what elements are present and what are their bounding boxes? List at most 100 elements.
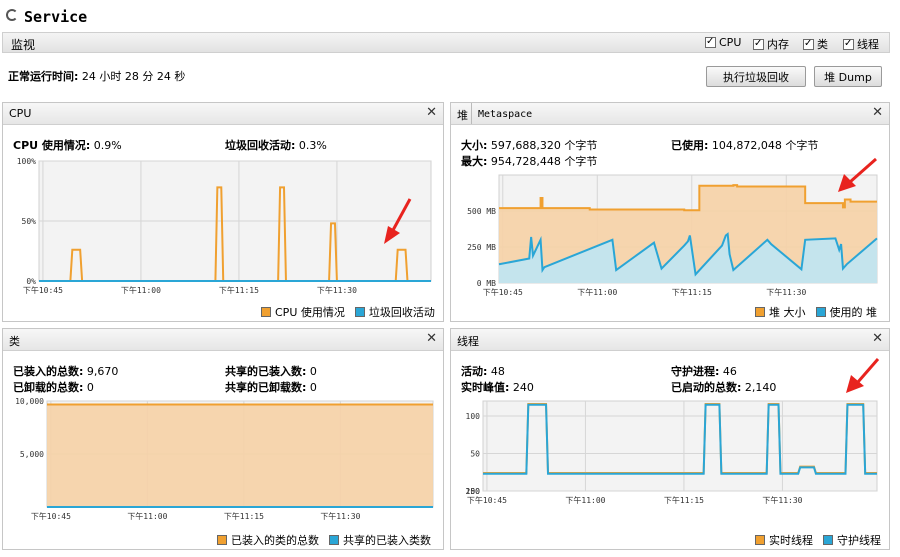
legend-swatch xyxy=(217,535,227,545)
checkbox-cpu[interactable]: CPU xyxy=(705,35,741,49)
x-tick-label: 下午11:15 xyxy=(664,495,704,505)
x-tick-label: 下午10:45 xyxy=(31,511,71,521)
y-tick-label: 100 xyxy=(466,412,481,421)
stat-label: 守护进程: xyxy=(671,365,720,378)
classes-panel-header: 类 ✕ xyxy=(3,329,443,351)
legend-swatch xyxy=(354,307,365,317)
stat-value: 0 xyxy=(86,381,94,394)
y-tick-label: 500 MB xyxy=(467,207,496,216)
x-tick-label: 下午11:00 xyxy=(127,511,167,521)
y-tick-label: 100% xyxy=(17,157,36,166)
legend-swatch xyxy=(329,535,339,545)
y-tick-label: 10,000 xyxy=(15,397,44,406)
stat-value: 597,688,320 个字节 xyxy=(490,139,598,152)
close-icon[interactable]: ✕ xyxy=(426,105,437,120)
threads-legend: 实时线程 守护线程 xyxy=(755,532,881,548)
checkbox-label: 线程 xyxy=(857,38,879,51)
daemon-threads-stat: 守护进程: 46 xyxy=(671,363,737,379)
stat-label: 已卸载的总数: xyxy=(13,381,84,394)
x-tick-label: 下午11:00 xyxy=(577,287,617,297)
page-title: Service xyxy=(24,8,88,26)
legend-swatch xyxy=(815,307,826,317)
y-tick-label: 50% xyxy=(22,217,37,226)
stat-value: 0.9% xyxy=(93,139,122,152)
legend-label: 堆 大小 xyxy=(769,306,806,319)
checkbox-icon[interactable] xyxy=(705,35,716,49)
x-tick-label: 下午11:30 xyxy=(317,285,357,295)
annotation-arrow-icon xyxy=(384,198,412,244)
classes-legend: 已装入的类的总数 共享的已装入类数 xyxy=(217,532,431,548)
checkbox-label: 内存 xyxy=(767,38,789,51)
y-tick-label: 250 MB xyxy=(467,243,496,252)
y-tick-label: 200 xyxy=(466,487,481,496)
checkbox-icon[interactable] xyxy=(753,37,764,51)
stat-value: 104,872,048 个字节 xyxy=(711,139,819,152)
stat-label: 垃圾回收活动: xyxy=(225,139,296,152)
heap-dump-button[interactable]: 堆 Dump xyxy=(814,66,882,87)
classes-panel: 类 ✕ 已装入的总数: 9,670 共享的已装入数: 0 已卸载的总数: 0 共… xyxy=(2,328,444,550)
legend-swatch xyxy=(755,535,765,545)
stat-value: 240 xyxy=(512,381,534,394)
heap-size-stat: 大小: 597,688,320 个字节 xyxy=(461,137,597,153)
stat-label: 最大: xyxy=(461,155,488,168)
stat-value: 0 xyxy=(309,381,317,394)
heap-max-stat: 最大: 954,728,448 个字节 xyxy=(461,153,597,169)
x-tick-label: 下午10:45 xyxy=(23,285,63,295)
heap-tab[interactable]: 堆 xyxy=(457,107,468,123)
x-tick-label: 下午11:30 xyxy=(320,511,360,521)
legend-label: 使用的 堆 xyxy=(829,306,878,319)
stat-label: 共享的已装入数: xyxy=(225,365,307,378)
checkbox-label: 类 xyxy=(817,38,828,51)
stat-label: CPU 使用情况: xyxy=(13,139,91,152)
legend-swatch xyxy=(823,535,833,545)
shared-loaded-stat: 共享的已装入数: 0 xyxy=(225,363,317,379)
annotation-arrow-icon xyxy=(846,358,880,393)
uptime: 正常运行时间: 24 小时 28 分 24 秒 xyxy=(8,68,185,84)
cpu-legend: CPU 使用情况 垃圾回收活动 xyxy=(261,304,435,320)
cpu-usage-stat: CPU 使用情况: 0.9% xyxy=(13,137,122,153)
stat-value: 48 xyxy=(490,365,505,378)
heap-panel-header: 堆 Metaspace ✕ xyxy=(451,103,889,125)
legend-swatch xyxy=(755,307,765,317)
stat-label: 大小: xyxy=(461,139,488,152)
stat-label: 共享的已卸载数: xyxy=(225,381,307,394)
x-tick-label: 下午11:30 xyxy=(762,495,802,505)
started-threads-stat: 已启动的总数: 2,140 xyxy=(671,379,776,395)
cpu-tab[interactable]: CPU xyxy=(9,107,31,120)
y-tick-label: 50 xyxy=(470,450,480,459)
classes-tab[interactable]: 类 xyxy=(9,333,20,349)
checkbox-memory[interactable]: 内存 xyxy=(753,36,789,52)
stat-label: 已启动的总数: xyxy=(671,381,742,394)
checkbox-classes[interactable]: 类 xyxy=(803,36,828,52)
x-tick-label: 下午11:15 xyxy=(224,511,264,521)
stat-label: 已使用: xyxy=(671,139,709,152)
checkbox-icon[interactable] xyxy=(803,37,814,51)
live-threads-stat: 活动: 48 xyxy=(461,363,505,379)
heap-chart: 下午10:45 下午11:00 下午11:15 下午11:30 0 MB 250 MB 50… xyxy=(467,174,878,297)
threads-panel: 线程 ✕ 活动: 48 守护进程: 46 实时峰值: 240 已启动的总数: 2… xyxy=(450,328,890,550)
close-icon[interactable]: ✕ xyxy=(872,105,883,120)
threads-tab[interactable]: 线程 xyxy=(457,333,479,349)
uptime-label: 正常运行时间: xyxy=(8,70,79,83)
legend-label: 实时线程 xyxy=(769,534,813,547)
gc-activity-stat: 垃圾回收活动: 0.3% xyxy=(225,137,327,153)
loading-icon xyxy=(6,9,18,21)
legend-label: 已装入的类的总数 xyxy=(231,534,319,547)
checkbox-icon[interactable] xyxy=(843,37,854,51)
x-tick-label: 下午11:00 xyxy=(565,495,605,505)
title-bar: Service xyxy=(0,0,900,32)
checkbox-threads[interactable]: 线程 xyxy=(843,36,879,52)
gc-button[interactable]: 执行垃圾回收 xyxy=(706,66,806,87)
cpu-panel: CPU ✕ CPU 使用情况: 0.9% 垃圾回收活动: 0.3% 下午10:4… xyxy=(2,102,444,322)
monitor-label: 监视 xyxy=(11,38,36,52)
close-icon[interactable]: ✕ xyxy=(426,331,437,346)
y-tick-label: 0 MB xyxy=(477,279,496,288)
metaspace-tab[interactable]: Metaspace xyxy=(471,103,532,124)
x-tick-label: 下午11:00 xyxy=(121,285,161,295)
monitor-bar: 监视 CPU 内存 类 线程 xyxy=(2,32,890,53)
cpu-panel-header: CPU ✕ xyxy=(3,103,443,125)
close-icon[interactable]: ✕ xyxy=(872,331,883,346)
x-tick-label: 下午10:45 xyxy=(483,287,523,297)
stat-value: 2,140 xyxy=(744,381,777,394)
legend-label: 守护线程 xyxy=(837,534,881,547)
